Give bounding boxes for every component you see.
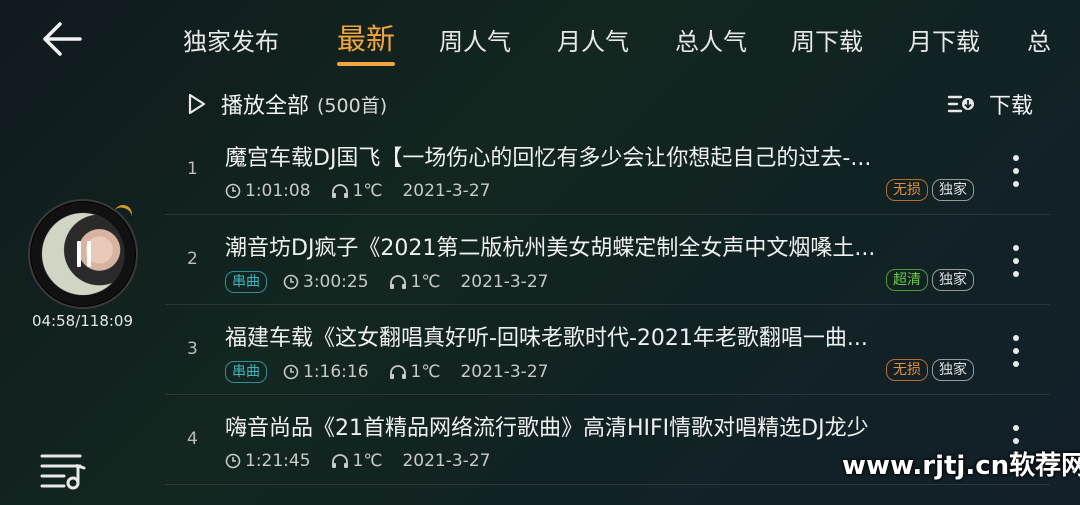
tab-total-popular[interactable]: 总人气 xyxy=(675,22,747,57)
play-icon xyxy=(188,93,206,115)
duration: 1:01:08 xyxy=(225,181,311,201)
badges: 无损 独家 xyxy=(882,179,974,201)
song-title: 潮音坊DJ疯子《2021第二版杭州美女胡蝶定制全女声中文烟嗓土... xyxy=(225,236,876,261)
play-heat: 1℃ xyxy=(389,272,441,292)
list-toolbar: 播放全部 (500首) 下载 xyxy=(165,80,1045,124)
headphones-icon xyxy=(331,184,348,198)
release-date: 2021-3-27 xyxy=(402,181,491,201)
play-all-button[interactable]: 播放全部 (500首) xyxy=(187,88,387,120)
clock-icon xyxy=(225,453,241,469)
badges: 无损 独家 xyxy=(882,359,974,381)
medley-badge: 串曲 xyxy=(225,361,267,383)
left-rail: 04:58/118:09 xyxy=(0,0,165,505)
play-heat: 1℃ xyxy=(331,181,383,201)
download-label: 下载 xyxy=(988,94,1033,119)
play-all-label: 播放全部 xyxy=(221,94,310,119)
tab-weekly-download[interactable]: 周下载 xyxy=(791,22,863,57)
duration-value: 1:21:45 xyxy=(245,451,311,471)
category-tabs: 独家发布 最新 周人气 月人气 总人气 周下载 月下载 总 xyxy=(165,0,1080,75)
download-button[interactable]: 下载 xyxy=(947,88,1033,120)
tab-monthly-download[interactable]: 月下载 xyxy=(908,22,980,57)
headphones-icon xyxy=(331,454,348,468)
play-heat: 1℃ xyxy=(389,362,441,382)
duration: 3:00:25 xyxy=(283,272,369,292)
progress-ring xyxy=(111,202,135,226)
quality-badge: 无损 xyxy=(886,359,928,381)
tab-latest[interactable]: 最新 xyxy=(337,16,395,58)
duration-value: 3:00:25 xyxy=(303,272,369,292)
active-tab-indicator xyxy=(337,62,395,66)
quality-badge: 无损 xyxy=(886,179,928,201)
release-date: 2021-3-27 xyxy=(460,272,549,292)
duration-value: 1:16:16 xyxy=(303,362,369,382)
watermark: www.rjtj.cn软荐网 xyxy=(842,451,1080,481)
quality-badge: 超清 xyxy=(886,269,928,291)
heat-value: 1℃ xyxy=(352,451,383,471)
heat-value: 1℃ xyxy=(410,272,441,292)
exclusive-badge: 独家 xyxy=(932,179,974,201)
tab-weekly-popular[interactable]: 周人气 xyxy=(439,22,511,57)
clock-icon xyxy=(225,183,241,199)
more-options-icon[interactable] xyxy=(1012,245,1020,277)
more-options-icon[interactable] xyxy=(1012,335,1020,367)
tab-total[interactable]: 总 xyxy=(1027,22,1051,57)
clock-icon xyxy=(283,274,299,290)
duration-value: 1:01:08 xyxy=(245,181,311,201)
tab-exclusive[interactable]: 独家发布 xyxy=(183,22,279,57)
release-date: 2021-3-27 xyxy=(402,451,491,471)
duration: 1:16:16 xyxy=(283,362,369,382)
song-number: 2 xyxy=(187,249,198,269)
batch-download-icon xyxy=(947,95,974,113)
duration: 1:21:45 xyxy=(225,451,311,471)
song-number: 1 xyxy=(187,159,198,179)
exclusive-badge: 独家 xyxy=(932,269,974,291)
headphones-icon xyxy=(389,275,406,289)
now-playing-disc[interactable] xyxy=(28,199,138,309)
song-meta: 1:01:08 1℃ 2021-3-27 xyxy=(225,181,510,201)
heat-value: 1℃ xyxy=(352,181,383,201)
playlist-queue-icon[interactable] xyxy=(40,452,86,490)
song-row[interactable]: 2 潮音坊DJ疯子《2021第二版杭州美女胡蝶定制全女声中文烟嗓土... 串曲 … xyxy=(165,215,1050,305)
clock-icon xyxy=(283,364,299,380)
song-number: 3 xyxy=(187,339,198,359)
pause-icon[interactable] xyxy=(77,241,91,267)
song-number: 4 xyxy=(187,429,198,449)
badges: 超清 独家 xyxy=(882,269,974,291)
song-row[interactable]: 3 福建车载《这女翻唱真好听-回味老歌时代-2021年老歌翻唱一曲... 串曲 … xyxy=(165,305,1050,395)
song-meta: 串曲 3:00:25 1℃ 2021-3-27 xyxy=(225,271,568,293)
song-title: 魔宫车载DJ国飞【一场伤心的回忆有多少会让你想起自己的过去-... xyxy=(225,146,872,171)
playback-time: 04:58/118:09 xyxy=(31,312,134,330)
song-count: (500首) xyxy=(317,94,388,117)
play-heat: 1℃ xyxy=(331,451,383,471)
song-meta: 串曲 1:16:16 1℃ 2021-3-27 xyxy=(225,361,568,383)
heat-value: 1℃ xyxy=(410,362,441,382)
tab-monthly-popular[interactable]: 月人气 xyxy=(557,22,629,57)
song-title: 福建车载《这女翻唱真好听-回味老歌时代-2021年老歌翻唱一曲... xyxy=(225,326,868,351)
headphones-icon xyxy=(389,365,406,379)
medley-badge: 串曲 xyxy=(225,271,267,293)
more-options-icon[interactable] xyxy=(1012,155,1020,187)
song-row[interactable]: 1 魔宫车载DJ国飞【一场伤心的回忆有多少会让你想起自己的过去-... 1:01… xyxy=(165,125,1050,215)
song-meta: 1:21:45 1℃ 2021-3-27 xyxy=(225,451,510,471)
song-list: 1 魔宫车载DJ国飞【一场伤心的回忆有多少会让你想起自己的过去-... 1:01… xyxy=(165,125,1050,485)
song-title: 嗨音尚品《21首精品网络流行歌曲》高清HIFI情歌对唱精选DJ龙少 xyxy=(225,416,869,441)
exclusive-badge: 独家 xyxy=(932,359,974,381)
back-arrow-icon[interactable] xyxy=(40,20,84,58)
release-date: 2021-3-27 xyxy=(460,362,549,382)
